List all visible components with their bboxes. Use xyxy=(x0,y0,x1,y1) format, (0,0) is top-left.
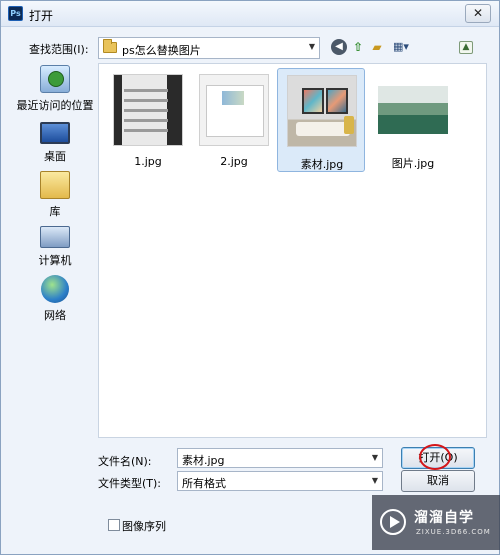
folder-icon xyxy=(103,39,117,53)
filename-label: 文件名(N): xyxy=(98,455,152,468)
place-library[interactable]: 库 xyxy=(15,171,95,219)
filetype-label: 文件类型(T): xyxy=(98,477,162,490)
image-sequence-label: 图像序列 xyxy=(122,520,166,533)
file-name: 2.jpg xyxy=(220,155,248,168)
library-icon xyxy=(40,171,70,199)
new-folder-icon[interactable]: ▰ xyxy=(369,39,385,55)
look-in-value: ps怎么替换图片 xyxy=(122,44,201,57)
file-item-selected[interactable]: 素材.jpg xyxy=(277,68,365,172)
close-button[interactable]: ✕ xyxy=(465,4,491,23)
back-icon[interactable]: ◀ xyxy=(331,39,347,55)
file-name: 1.jpg xyxy=(134,155,162,168)
cancel-button[interactable]: 取消 xyxy=(401,470,475,492)
chevron-down-icon[interactable]: ▼ xyxy=(309,42,315,51)
file-thumbnail xyxy=(199,74,269,146)
filename-value: 素材.jpg xyxy=(182,454,225,467)
desktop-icon xyxy=(40,122,70,144)
watermark-subtitle: ZIXUE.3D66.COM xyxy=(416,528,491,536)
extra-icon[interactable]: ▲ xyxy=(459,41,473,54)
file-name: 素材.jpg xyxy=(300,158,344,171)
filetype-dropdown[interactable]: 所有格式 ▼ xyxy=(177,471,383,491)
file-item[interactable]: 2.jpg xyxy=(190,68,278,172)
open-file-dialog: Ps 打开 ✕ 查找范围(I): ps怎么替换图片 ▼ ◀ ⇧ ▰ ▦▾ ▲ 最… xyxy=(0,0,500,555)
computer-icon xyxy=(40,226,70,248)
views-menu-icon[interactable]: ▦▾ xyxy=(390,39,412,55)
place-computer[interactable]: 计算机 xyxy=(15,223,95,268)
look-in-dropdown[interactable]: ps怎么替换图片 ▼ xyxy=(98,37,320,59)
filetype-value: 所有格式 xyxy=(182,477,226,490)
photoshop-app-icon: Ps xyxy=(8,6,23,21)
chevron-down-icon[interactable]: ▼ xyxy=(372,453,378,462)
file-name: 图片.jpg xyxy=(391,157,435,170)
place-recent[interactable]: 最近访问的位置 xyxy=(15,65,95,113)
file-thumbnail xyxy=(378,86,448,134)
image-sequence-checkbox[interactable] xyxy=(108,519,120,531)
network-icon xyxy=(41,275,69,303)
place-label: 计算机 xyxy=(38,254,72,267)
place-network[interactable]: 网络 xyxy=(15,275,95,323)
chevron-down-icon[interactable]: ▼ xyxy=(372,476,378,485)
title-bar[interactable]: Ps 打开 ✕ xyxy=(1,1,499,27)
place-label: 最近访问的位置 xyxy=(16,99,94,112)
highlight-circle xyxy=(419,444,451,470)
place-label: 网络 xyxy=(44,309,66,322)
window-title: 打开 xyxy=(29,9,54,23)
recent-places-icon xyxy=(40,65,70,93)
place-desktop[interactable]: 桌面 xyxy=(15,119,95,164)
places-bar: 最近访问的位置 桌面 库 计算机 网络 xyxy=(15,63,95,343)
file-list[interactable]: 1.jpg 2.jpg 素材.jpg 图片.jpg xyxy=(98,63,487,438)
file-item[interactable]: 1.jpg xyxy=(104,68,192,172)
watermark: 溜溜自学 ZIXUE.3D66.COM xyxy=(372,495,500,550)
place-label: 库 xyxy=(49,205,61,218)
place-label: 桌面 xyxy=(44,150,66,163)
filename-input[interactable]: 素材.jpg ▼ xyxy=(177,448,383,468)
play-logo-icon xyxy=(380,509,406,535)
file-thumbnail xyxy=(113,74,183,146)
watermark-title: 溜溜自学 xyxy=(414,510,474,526)
up-folder-icon[interactable]: ⇧ xyxy=(350,39,366,55)
look-in-label: 查找范围(I): xyxy=(29,43,89,56)
file-item[interactable]: 图片.jpg xyxy=(369,68,457,172)
file-thumbnail xyxy=(287,75,357,147)
